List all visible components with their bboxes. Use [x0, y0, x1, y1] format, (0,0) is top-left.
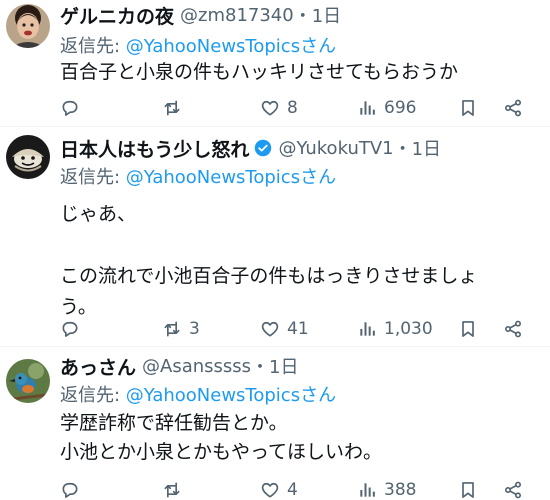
reply-mention-link[interactable]: @YahooNewsTopics [126, 167, 300, 188]
timestamp[interactable]: ・1日 [294, 2, 341, 28]
user-handle[interactable]: @YukokuTV1 [278, 138, 393, 159]
view-count: 388 [384, 480, 417, 500]
share-button[interactable] [503, 317, 523, 341]
bookmark-button[interactable] [458, 96, 478, 120]
bar-chart-icon [357, 98, 377, 118]
tweet-header: あっさん @Asansssss ・1日 [60, 353, 299, 379]
reply-prefix: 返信先: [60, 385, 126, 406]
heart-icon [260, 480, 280, 500]
tweet-text: 百合子と小泉の件もハッキリさせてもらおうか [60, 61, 459, 83]
display-name[interactable]: 日本人はもう少し怒れ [60, 135, 249, 162]
retweet-count: 3 [189, 319, 200, 339]
user-handle[interactable]: @zm817340 [180, 5, 294, 26]
reply-button[interactable] [60, 317, 87, 341]
timestamp[interactable]: ・1日 [394, 135, 441, 161]
share-icon [503, 480, 523, 500]
reply-button[interactable] [60, 478, 87, 500]
bookmark-icon [458, 480, 478, 500]
heart-icon [260, 319, 280, 339]
reply-suffix: さん [300, 167, 337, 188]
reply-mention-link[interactable]: @YahooNewsTopics [126, 36, 300, 57]
views-button[interactable]: 696 [357, 96, 416, 120]
bar-chart-icon [357, 319, 377, 339]
timestamp[interactable]: ・1日 [251, 353, 298, 379]
like-button[interactable]: 8 [260, 96, 298, 120]
tweet[interactable]: 日本人はもう少し怒れ @YukokuTV1 ・1日 返信先: @YahooNew… [0, 127, 550, 346]
avatar[interactable] [6, 359, 50, 403]
bookmark-icon [458, 319, 478, 339]
tweet-header: ゲルニカの夜 @zm817340 ・1日 [60, 2, 341, 28]
share-button[interactable] [503, 478, 523, 500]
tweet-actions: 8 696 [0, 96, 550, 120]
like-button[interactable]: 4 [260, 478, 298, 500]
retweet-arrows-icon [162, 319, 182, 339]
avatar[interactable] [6, 4, 50, 48]
speech-bubble-icon [60, 98, 80, 118]
bookmark-icon [458, 98, 478, 118]
like-count: 4 [287, 480, 298, 500]
tweet-text: じゃあ、 この流れで小池百合子の件もはっきりさせましょう。 [60, 203, 478, 318]
tweet[interactable]: ゲルニカの夜 @zm817340 ・1日 返信先: @YahooNewsTopi… [0, 0, 550, 125]
speech-bubble-icon [60, 319, 80, 339]
reply-context: 返信先: @YahooNewsTopicsさん [60, 381, 336, 407]
speech-bubble-icon [60, 480, 80, 500]
retweet-arrows-icon [162, 98, 182, 118]
reply-mention-link[interactable]: @YahooNewsTopics [126, 385, 300, 406]
tweet-actions: 4 388 [0, 478, 550, 500]
view-count: 1,030 [384, 319, 433, 339]
like-count: 41 [287, 319, 309, 339]
share-icon [503, 98, 523, 118]
tweet-actions: 3 41 1,030 [0, 317, 550, 341]
tweet[interactable]: あっさん @Asansssss ・1日 返信先: @YahooNewsTopic… [0, 347, 550, 500]
share-icon [503, 319, 523, 339]
view-count: 696 [384, 98, 417, 118]
avatar[interactable] [6, 135, 50, 179]
views-button[interactable]: 388 [357, 478, 416, 500]
like-button[interactable]: 41 [260, 317, 309, 341]
tweet-text: 学歴詐称で辞任勧告とか。 小池とか小泉とかもやってほしいわ。 [60, 412, 383, 463]
bar-chart-icon [357, 480, 377, 500]
retweet-button[interactable]: 3 [162, 317, 200, 341]
retweet-arrows-icon [162, 480, 182, 500]
user-handle[interactable]: @Asansssss [142, 356, 251, 377]
retweet-button[interactable] [162, 478, 189, 500]
reply-suffix: さん [300, 36, 337, 57]
retweet-button[interactable] [162, 96, 189, 120]
reply-suffix: さん [300, 385, 337, 406]
bookmark-button[interactable] [458, 478, 478, 500]
views-button[interactable]: 1,030 [357, 317, 433, 341]
verified-badge-icon [254, 139, 272, 157]
display-name[interactable]: ゲルニカの夜 [60, 2, 174, 29]
reply-button[interactable] [60, 96, 87, 120]
like-count: 8 [287, 98, 298, 118]
reply-context: 返信先: @YahooNewsTopicsさん [60, 32, 336, 58]
heart-icon [260, 98, 280, 118]
reply-prefix: 返信先: [60, 167, 126, 188]
tweet-header: 日本人はもう少し怒れ @YukokuTV1 ・1日 [60, 135, 441, 161]
display-name[interactable]: あっさん [60, 353, 136, 380]
reply-prefix: 返信先: [60, 36, 126, 57]
bookmark-button[interactable] [458, 317, 478, 341]
reply-context: 返信先: @YahooNewsTopicsさん [60, 163, 336, 189]
share-button[interactable] [503, 96, 523, 120]
